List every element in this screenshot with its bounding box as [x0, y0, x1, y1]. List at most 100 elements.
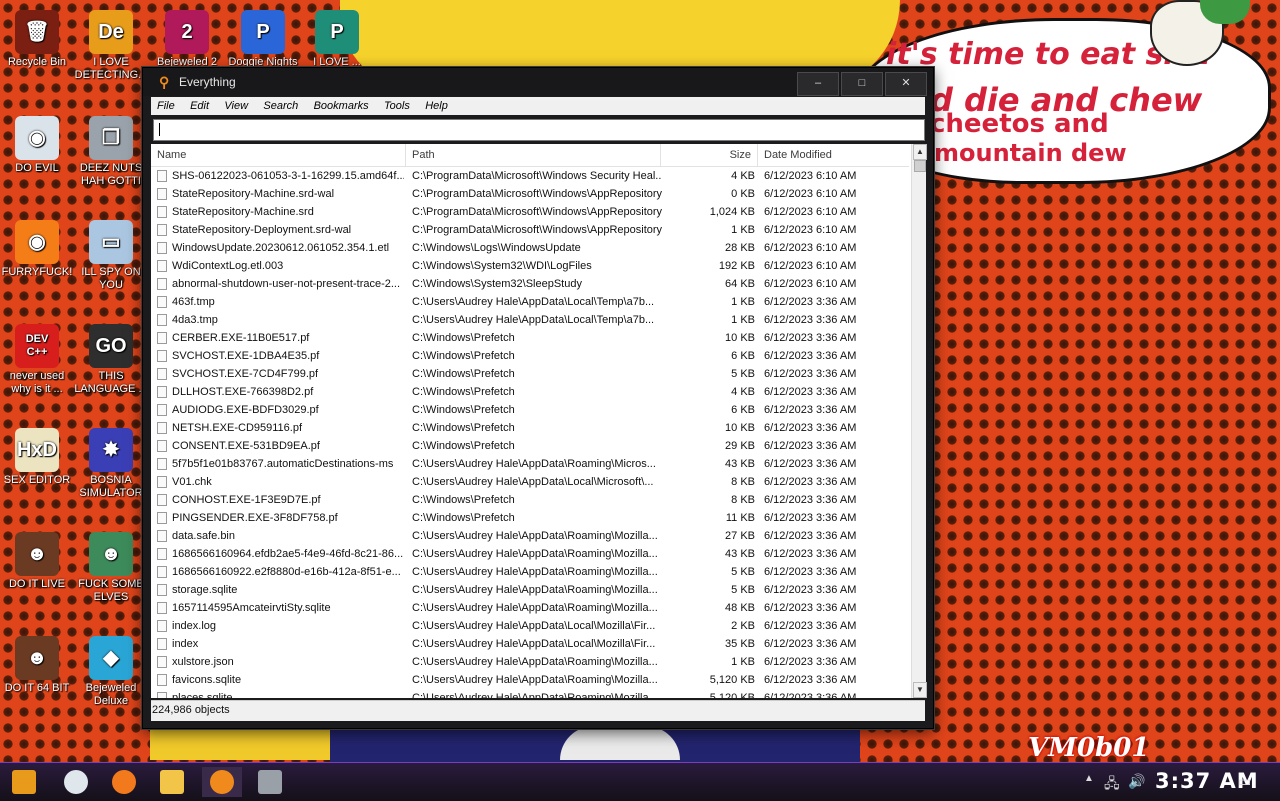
table-row[interactable]: 1657114595AmcateirvtiSty.sqlite C:\Users\… [151, 599, 909, 617]
table-row[interactable]: StateRepository-Deployment.srd-wal C:\Pro… [151, 221, 909, 239]
file-name: 463f.tmp [172, 296, 215, 308]
volume-icon[interactable]: 🔊 [1128, 773, 1145, 790]
table-row[interactable]: SHS-06122023-061053-3-1-16299.15.amd64f.… [151, 167, 909, 185]
desktop-icon-image: P [241, 10, 285, 54]
file-date-modified: 6/12/2023 3:36 AM [764, 296, 857, 308]
desktop-icon[interactable]: 2 Bejeweled 2 [150, 10, 224, 69]
column-name[interactable]: Name [151, 144, 406, 166]
menu-bookmarks[interactable]: Bookmarks [308, 97, 375, 115]
desktop-icon[interactable]: PI LOVE ... [300, 10, 374, 69]
results-list: Name Path Size Date Modified SHS-0612202… [151, 144, 927, 698]
file-path: C:\Users\Audrey Hale\AppData\Local\Micro… [412, 476, 654, 488]
table-row[interactable]: places.sqlite C:\Users\Audrey Hale\AppDat… [151, 689, 909, 698]
table-row[interactable]: V01.chk C:\Users\Audrey Hale\AppData\Loca… [151, 473, 909, 491]
table-row[interactable]: PINGSENDER.EXE-3F8DF758.pf C:\Windows\Pre… [151, 509, 909, 527]
desktop-icon[interactable]: De I LOVE DETECTING... [74, 10, 148, 82]
menu-search[interactable]: Search [257, 97, 304, 115]
scroll-up-icon[interactable]: ▲ [913, 144, 927, 160]
desktop-icon[interactable]: ☻ FUCK SOME ELVES [74, 532, 148, 604]
minimize-button[interactable]: – [797, 72, 839, 96]
table-row[interactable]: StateRepository-Machine.srd-wal C:\Progra… [151, 185, 909, 203]
table-row[interactable]: SVCHOST.EXE-7CD4F799.pf C:\Windows\Prefet… [151, 365, 909, 383]
desktop-icon[interactable]: ☻ DO IT 64 BIT [0, 636, 74, 695]
file-size: 29 KB [725, 440, 755, 452]
desktop-icon-label: DEEZ NUTS HAH GOTTI [79, 162, 143, 187]
table-row[interactable]: 1686566160964.efdb2ae5-f4e9-46fd-8c21-86… [151, 545, 909, 563]
table-row[interactable]: index.log C:\Users\Audrey Hale\AppData\Lo… [151, 617, 909, 635]
file-size: 27 KB [725, 530, 755, 542]
taskbar-app-button[interactable] [250, 767, 290, 797]
desktop-icon[interactable]: ◉ DO EVIL [0, 116, 74, 175]
close-button[interactable]: ✕ [885, 72, 927, 96]
taskbar-start-button-button[interactable] [4, 767, 44, 797]
table-row[interactable]: CONSENT.EXE-531BD9EA.pf C:\Windows\Prefet… [151, 437, 909, 455]
notification-icon[interactable]: ▭ [1238, 773, 1251, 790]
table-row[interactable]: 463f.tmp C:\Users\Audrey Hale\AppData\Loc… [151, 293, 909, 311]
file-icon [157, 242, 167, 254]
table-row[interactable]: xulstore.json C:\Users\Audrey Hale\AppDat… [151, 653, 909, 671]
desktop-icon[interactable]: ▭ ILL SPY ON YOU [74, 220, 148, 292]
desktop-icon[interactable]: 🗑 Recycle Bin [0, 10, 74, 69]
menu-edit[interactable]: Edit [184, 97, 215, 115]
file-size: 48 KB [725, 602, 755, 614]
table-row[interactable]: 4da3.tmp C:\Users\Audrey Hale\AppData\Loc… [151, 311, 909, 329]
scroll-down-icon[interactable]: ▼ [913, 682, 927, 698]
menu-view[interactable]: View [218, 97, 254, 115]
table-row[interactable]: CERBER.EXE-11B0E517.pf C:\Windows\Prefetc… [151, 329, 909, 347]
desktop-icon-label: BOSNIA SIMULATOR [79, 474, 143, 499]
vertical-scrollbar[interactable]: ▲ ▼ [911, 144, 927, 698]
menu-tools[interactable]: Tools [378, 97, 416, 115]
file-date-modified: 6/12/2023 6:10 AM [764, 242, 857, 254]
file-name: places.sqlite [172, 692, 233, 698]
table-row[interactable]: storage.sqlite C:\Users\Audrey Hale\AppDa… [151, 581, 909, 599]
table-row[interactable]: 1686566160922.e2f8880d-e16b-412a-8f51-e.… [151, 563, 909, 581]
file-name: index [172, 638, 199, 650]
menu-bar: File Edit View Search Bookmarks Tools He… [151, 97, 925, 115]
file-name: 5f7b5f1e01b83767.automaticDestinations-m… [172, 458, 394, 470]
table-row[interactable]: 5f7b5f1e01b83767.automaticDestinations-m… [151, 455, 909, 473]
scroll-thumb[interactable] [914, 160, 926, 172]
desktop-icon[interactable]: GO THIS LANGUAGE ... [74, 324, 148, 396]
table-row[interactable]: CONHOST.EXE-1F3E9D7E.pf C:\Windows\Prefet… [151, 491, 909, 509]
taskbar-everything-button[interactable] [202, 767, 242, 797]
table-row[interactable]: SVCHOST.EXE-1DBA4E35.pf C:\Windows\Prefet… [151, 347, 909, 365]
network-icon[interactable]: 🖧 [1104, 773, 1120, 797]
desktop-icon[interactable]: ❐ DEEZ NUTS HAH GOTTI [74, 116, 148, 188]
file-icon [157, 620, 167, 632]
desktop-icon[interactable]: P Doggie Nights [226, 10, 300, 69]
menu-help[interactable]: Help [419, 97, 454, 115]
table-row[interactable]: WindowsUpdate.20230612.061052.354.1.etl C… [151, 239, 909, 257]
file-size: 1 KB [731, 296, 755, 308]
taskbar-firefox-button[interactable] [104, 767, 144, 797]
column-size[interactable]: Size [661, 144, 758, 166]
title-bar[interactable]: ⚲ Everything – □ ✕ [143, 68, 933, 96]
desktop-icon[interactable]: ◉ FURRYFUCK! [0, 220, 74, 279]
table-row[interactable]: StateRepository-Machine.srd C:\ProgramDat… [151, 203, 909, 221]
desktop-icon[interactable]: DEV C++ never used why is it ... [0, 324, 74, 396]
table-row[interactable]: abnormal-shutdown-user-not-present-trace… [151, 275, 909, 293]
table-row[interactable]: AUDIODG.EXE-BDFD3029.pf C:\Windows\Prefet… [151, 401, 909, 419]
maximize-button[interactable]: □ [841, 72, 883, 96]
desktop-icon[interactable]: ✸ BOSNIA SIMULATOR [74, 428, 148, 500]
column-date-modified[interactable]: Date Modified [758, 144, 909, 166]
table-row[interactable]: favicons.sqlite C:\Users\Audrey Hale\AppD… [151, 671, 909, 689]
taskbar-file-explorer-button[interactable] [152, 767, 192, 797]
table-row[interactable]: WdiContextLog.etl.003 C:\Windows\System32… [151, 257, 909, 275]
desktop-icon[interactable]: ◆ Bejeweled Deluxe [74, 636, 148, 708]
desktop-icon-image: ☻ [15, 532, 59, 576]
table-row[interactable]: NETSH.EXE-CD959116.pf C:\Windows\Prefetch… [151, 419, 909, 437]
app-icon [258, 770, 282, 794]
table-row[interactable]: data.safe.bin C:\Users\Audrey Hale\AppDat… [151, 527, 909, 545]
table-row[interactable]: DLLHOST.EXE-766398D2.pf C:\Windows\Prefet… [151, 383, 909, 401]
desktop-icon[interactable]: ☻ DO IT LIVE [0, 532, 74, 591]
column-path[interactable]: Path [406, 144, 661, 166]
menu-file[interactable]: File [151, 97, 181, 115]
taskbar-chrome-button[interactable] [56, 767, 96, 797]
table-row[interactable]: index C:\Users\Audrey Hale\AppData\Local\… [151, 635, 909, 653]
desktop-icon-label: Recycle Bin [7, 56, 67, 68]
search-input[interactable] [153, 119, 925, 141]
chevron-up-icon[interactable]: ▲ [1084, 773, 1094, 784]
file-path: C:\Windows\Prefetch [412, 494, 515, 506]
desktop-icon[interactable]: HxD SEX EDITOR [0, 428, 74, 487]
desktop-icon-label: DO IT LIVE [8, 578, 66, 590]
